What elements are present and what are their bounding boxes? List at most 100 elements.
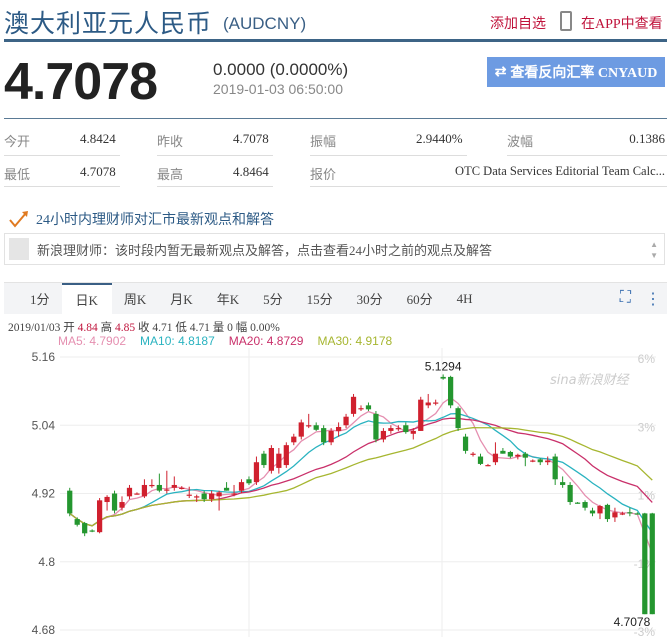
kline-chart[interactable]: 5.166%5.043%4.921%4.8-1%4.68-3%sina新浪财经5… <box>0 348 667 637</box>
candle-body <box>298 422 304 437</box>
info-low-label: 低 <box>175 322 187 334</box>
candle-body <box>567 484 573 503</box>
tab-60min[interactable]: 60分 <box>395 283 445 314</box>
quote-source-value: OTC Data Services Editorial Team Calc... <box>455 164 665 178</box>
row-divider <box>157 186 273 187</box>
row-divider <box>507 155 667 156</box>
reverse-rate-button[interactable]: ⇄ 查看反向汇率 CNYAUD <box>487 57 665 87</box>
pct-tick-label: 6% <box>638 352 656 366</box>
info-open: 4.84 <box>77 322 98 334</box>
add-watchlist-link[interactable]: 添加自选 <box>490 13 546 33</box>
candle-body <box>283 445 289 466</box>
candle-body <box>425 402 431 406</box>
tab-daily-k[interactable]: 日K <box>61 283 112 314</box>
candle-body <box>507 451 513 457</box>
candle-body <box>649 513 655 615</box>
candle-body <box>522 453 528 458</box>
candle-body <box>82 523 88 534</box>
candle-body <box>104 496 110 503</box>
stat-label: 波幅 <box>507 134 534 149</box>
swap-icon: ⇄ <box>494 64 507 80</box>
info-high-label: 高 <box>100 322 113 334</box>
tab-30min[interactable]: 30分 <box>345 283 395 314</box>
advisor-message-box[interactable]: 新浪理财师：该时段内暂无最新观点及解答，点击查看24小时之前的观点及解答 ▲ ▼ <box>4 233 665 265</box>
candle-body <box>67 490 73 514</box>
candle-body <box>612 512 618 518</box>
view-in-app-link[interactable]: 在APP中查看 <box>581 13 663 33</box>
max-price-label: 5.1294 <box>425 359 462 373</box>
candle-body <box>313 425 319 430</box>
tab-weekly-k[interactable]: 周K <box>112 283 158 314</box>
reverse-rate-label: 查看反向汇率 CNYAUD <box>510 66 658 81</box>
candle-body <box>126 487 133 497</box>
info-vol: 0 <box>227 322 233 334</box>
ma20-label: MA20: 4.8729 <box>228 334 304 348</box>
fullscreen-icon[interactable]: ⛶ <box>620 289 631 309</box>
candle-body <box>455 408 461 429</box>
quote-time: 2019-01-03 06:50:00 <box>213 81 343 97</box>
stats-divider <box>4 118 667 119</box>
candle-body <box>89 530 95 532</box>
candle-body <box>560 482 566 485</box>
stat-value: 4.7078 <box>80 164 116 179</box>
y-tick-label: 5.16 <box>32 350 56 364</box>
candle-body <box>350 396 357 414</box>
stat-label: 振幅 <box>310 134 337 149</box>
candle-body <box>485 465 491 467</box>
tab-15min[interactable]: 15分 <box>295 283 345 314</box>
candle-body <box>552 456 558 480</box>
ma5-label: MA5: 4.7902 <box>58 334 127 348</box>
candle-body <box>388 428 394 431</box>
candle-body <box>515 454 521 457</box>
candle-body <box>134 493 140 495</box>
advisor-message[interactable]: 新浪理财师：该时段内暂无最新观点及解答，点击查看24小时之前的观点及解答 <box>37 240 492 259</box>
candle-body <box>642 513 648 615</box>
tab-5min[interactable]: 5分 <box>251 283 295 314</box>
candle-body <box>589 510 596 514</box>
candle-body <box>627 512 633 514</box>
ma10-line <box>69 412 653 534</box>
row-divider <box>310 155 467 156</box>
info-close-label: 收 <box>138 322 150 334</box>
candle-body <box>306 425 312 427</box>
candle-body <box>343 416 349 426</box>
scroll-arrows-icon[interactable]: ▲ ▼ <box>650 239 658 261</box>
info-low: 4.71 <box>189 322 210 334</box>
candle-body <box>328 430 334 443</box>
tab-4h[interactable]: 4H <box>445 283 485 314</box>
candle-body <box>448 376 454 406</box>
candle-body <box>179 487 185 490</box>
tab-monthly-k[interactable]: 月K <box>158 283 204 314</box>
candle-body <box>418 399 424 431</box>
info-amp-label: 幅 <box>235 322 248 334</box>
candle-body <box>268 448 274 471</box>
pct-tick-label: 3% <box>638 420 656 434</box>
candle-body <box>433 402 439 404</box>
candle-body <box>216 492 222 497</box>
candle-body <box>164 489 170 491</box>
candle-body <box>186 494 192 496</box>
ma30-label: MA30: 4.9178 <box>317 334 393 348</box>
more-icon[interactable]: ⋮ <box>645 289 661 309</box>
chart-period-tabs: 1分 日K 周K 月K 年K 5分 15分 30分 60分 4H ⛶ ⋮ <box>4 282 667 314</box>
tab-yearly-k[interactable]: 年K <box>205 283 251 314</box>
symbol-code: (AUDCNY) <box>223 14 307 33</box>
candle-body <box>201 493 207 500</box>
y-tick-label: 4.8 <box>38 555 55 569</box>
candle-body <box>253 462 260 483</box>
avatar <box>9 238 29 260</box>
candle-body <box>291 436 297 443</box>
page-title: 澳大利亚元人民币 <box>4 9 213 38</box>
info-open-label: 开 <box>63 322 75 334</box>
stat-value: 4.7078 <box>233 131 269 146</box>
candle-body <box>238 482 245 491</box>
candle-body <box>500 450 506 454</box>
candle-body <box>223 487 230 491</box>
current-price: 4.7078 <box>4 53 158 111</box>
candle-body <box>462 436 469 451</box>
candle-body <box>470 453 476 455</box>
ma-legend: MA5: 4.7902 MA10: 4.8187 MA20: 4.8729 MA… <box>58 334 392 348</box>
candle-body <box>358 408 364 410</box>
tab-1min[interactable]: 1分 <box>18 283 62 314</box>
advisor-heading[interactable]: 24小时内理财师对汇市最新观点和解答 <box>8 209 274 229</box>
